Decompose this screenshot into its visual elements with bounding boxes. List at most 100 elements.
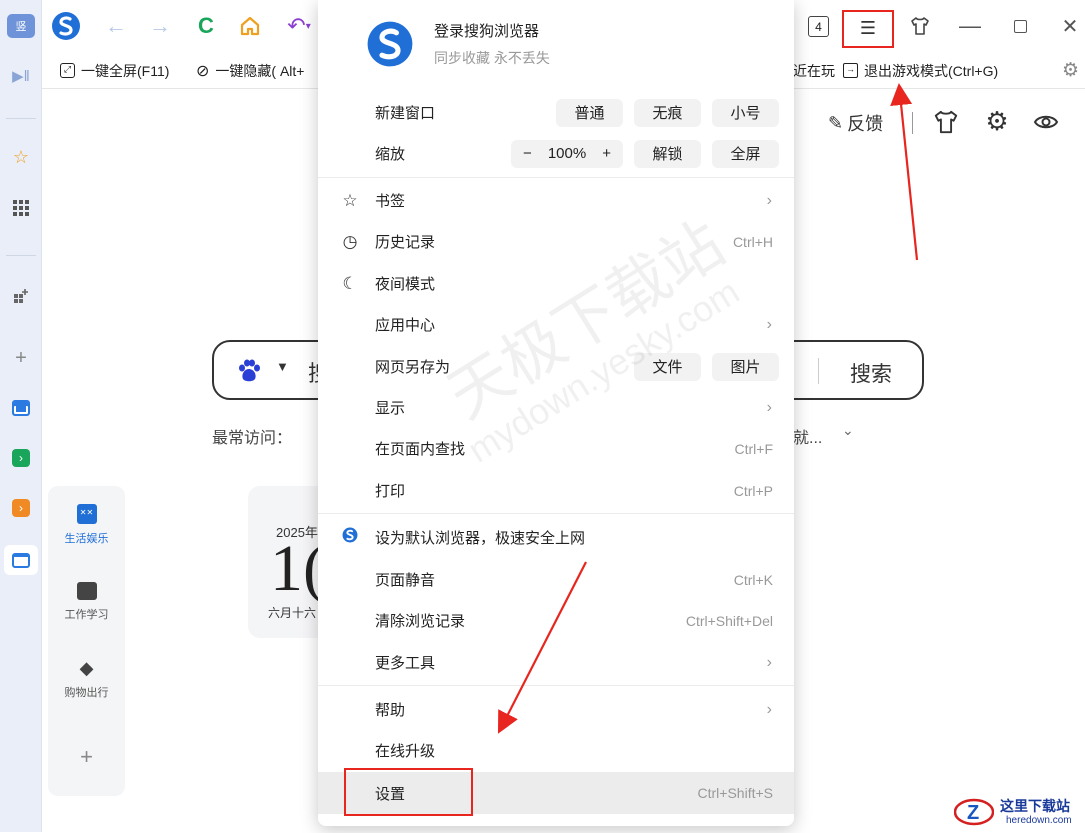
display-label: 显示 — [375, 400, 406, 417]
bar-settings-gear-icon[interactable]: ⚙ — [1062, 52, 1079, 89]
menu-item-default-browser[interactable]: 设为默认浏览器，极速安全上网 — [318, 517, 794, 558]
menu-item-mute[interactable]: 页面静音 Ctrl+K — [318, 559, 794, 600]
page-settings-gear-icon[interactable]: ⚙ — [982, 106, 1012, 136]
tab-icon-orange[interactable]: › — [7, 496, 35, 520]
add-widget-icon[interactable] — [7, 284, 35, 308]
undo-close-tab-icon[interactable]: ↶ ▾ — [282, 12, 316, 40]
menu-item-find[interactable]: 在页面内查找 Ctrl+F — [318, 428, 794, 469]
login-title[interactable]: 登录搜狗浏览器 — [434, 20, 539, 41]
rail-divider — [6, 118, 36, 119]
new-window-small-button[interactable]: 小号 — [712, 98, 779, 127]
new-window-row: 新建窗口 普通 无痕 小号 — [318, 92, 794, 133]
menu-item-clear-history[interactable]: 清除浏览记录 Ctrl+Shift+Del — [318, 600, 794, 641]
star-icon: ☆ — [342, 190, 358, 210]
menu-item-save-as: 网页另存为 文件 图片 — [318, 346, 794, 387]
engine-dropdown-caret-icon[interactable]: ▼ — [276, 359, 289, 374]
annotation-box-menu — [842, 10, 894, 48]
settings-shortcut: Ctrl+Shift+S — [697, 785, 773, 801]
search-button[interactable]: 搜索 — [850, 358, 892, 388]
corner-logo-z-icon: Z — [953, 796, 995, 828]
tag-icon: ◆ — [79, 658, 94, 678]
baidu-paw-icon[interactable] — [236, 358, 262, 384]
bookmarks-label: 书签 — [375, 193, 406, 210]
maximize-icon[interactable] — [1006, 12, 1034, 40]
fullscreen-shortcut[interactable]: ⤢ 一键全屏(F11) — [60, 52, 169, 89]
life-icon: ✕✕ — [76, 504, 97, 524]
apps-grid-icon[interactable] — [7, 196, 35, 220]
play-pause-icon[interactable]: ▶‖ — [7, 64, 35, 88]
app-center-label: 应用中心 — [375, 317, 436, 334]
menu-separator — [318, 513, 794, 514]
menu-item-help[interactable]: 帮助 › — [318, 689, 794, 730]
exit-game-mode[interactable]: → 退出游戏模式(Ctrl+G) — [843, 52, 998, 89]
save-image-button[interactable]: 图片 — [712, 352, 779, 381]
add-category-icon[interactable]: + — [48, 744, 125, 770]
menu-item-night-mode[interactable]: ☾ 夜间模式 — [318, 263, 794, 304]
calendar-card[interactable]: 2025年 1( 六月十六 — [248, 486, 328, 638]
category-shopping[interactable]: ◆ 购物出行 — [48, 658, 125, 700]
eye-icon[interactable] — [1032, 108, 1062, 138]
chevron-right-icon: › — [766, 700, 772, 718]
chevron-right-icon: › — [766, 315, 772, 333]
recently-played[interactable]: 近在玩 — [793, 52, 835, 89]
expand-icon: ⤢ — [60, 63, 75, 78]
back-icon[interactable]: ← — [102, 12, 130, 40]
vertical-tab-toggle[interactable]: 竖 — [7, 14, 35, 38]
recently-played-label: 近在玩 — [793, 62, 835, 79]
most-visited-chevron-down-icon[interactable]: ⌄ — [842, 422, 854, 439]
zoom-out-button[interactable]: − — [523, 145, 532, 162]
page-skin-icon[interactable] — [932, 108, 962, 138]
zoom-stepper: − 100% + — [511, 139, 623, 168]
clear-history-shortcut: Ctrl+Shift+Del — [685, 612, 773, 629]
category-life[interactable]: ✕✕ 生活娱乐 — [48, 504, 125, 546]
login-subtitle: 同步收藏 永不丢失 — [434, 50, 550, 66]
tab-icon-green[interactable]: › — [7, 446, 35, 470]
search-divider — [818, 358, 819, 384]
hide-shortcut[interactable]: ⊘ 一键隐藏( Alt+ — [196, 52, 304, 89]
skin-shirt-icon[interactable] — [906, 12, 934, 40]
tab-icon-active[interactable] — [4, 545, 38, 575]
exit-game-label: 退出游戏模式(Ctrl+G) — [864, 62, 999, 79]
main-menu: 登录搜狗浏览器 同步收藏 永不丢失 新建窗口 普通 无痕 小号 缩放 − 100… — [318, 0, 794, 826]
corner-site-logo: Z 这里下载站 heredown.com — [952, 794, 1082, 830]
most-visited-more[interactable]: 就... — [793, 424, 822, 448]
save-file-button[interactable]: 文件 — [634, 352, 701, 381]
history-shortcut: Ctrl+H — [732, 233, 773, 250]
chevron-right-icon: › — [766, 191, 772, 209]
menu-item-history[interactable]: ◷ 历史记录 Ctrl+H — [318, 221, 794, 262]
menu-item-display[interactable]: 显示 › — [318, 387, 794, 428]
save-as-label: 网页另存为 — [375, 359, 451, 376]
menu-item-bookmarks[interactable]: ☆ 书签 › — [318, 180, 794, 221]
home-icon[interactable] — [236, 12, 264, 40]
menu-item-more-tools[interactable]: 更多工具 › — [318, 642, 794, 683]
menu-item-app-center[interactable]: 应用中心 › — [318, 304, 794, 345]
zoom-unlock-button[interactable]: 解锁 — [634, 139, 701, 168]
zoom-fullscreen-button[interactable]: 全屏 — [712, 139, 779, 168]
new-window-normal-button[interactable]: 普通 — [556, 98, 623, 127]
more-tools-label: 更多工具 — [375, 655, 436, 672]
zoom-in-button[interactable]: + — [602, 145, 611, 162]
account-logo-icon — [366, 20, 414, 68]
most-visited-label: 最常访问： — [212, 430, 293, 447]
menu-item-print[interactable]: 打印 Ctrl+P — [318, 470, 794, 511]
rail-divider — [6, 255, 36, 256]
forward-icon[interactable]: → — [146, 12, 174, 40]
minimize-icon[interactable]: — — [956, 12, 984, 40]
tab-icon-blue[interactable] — [7, 396, 35, 420]
new-window-incognito-button[interactable]: 无痕 — [634, 98, 701, 127]
annotation-box-settings — [344, 768, 473, 816]
find-shortcut: Ctrl+F — [734, 440, 774, 457]
feedback-link[interactable]: ✎ 反馈 — [828, 108, 883, 138]
add-tab-icon[interactable]: + — [7, 346, 35, 370]
tab-count-badge[interactable]: 4 — [808, 16, 829, 37]
briefcase-icon — [76, 582, 97, 600]
close-icon[interactable]: ✕ — [1056, 12, 1084, 40]
menu-item-upgrade[interactable]: 在线升级 — [318, 730, 794, 771]
toggle-label: 竖 — [15, 21, 27, 33]
print-label: 打印 — [375, 483, 406, 500]
refresh-icon[interactable]: C — [192, 12, 220, 40]
category-work[interactable]: 工作学习 — [48, 582, 125, 622]
feedback-label: 反馈 — [847, 114, 884, 134]
favorites-star-icon[interactable]: ☆ — [7, 145, 35, 169]
calendar-lunar: 六月十六 — [268, 606, 317, 620]
